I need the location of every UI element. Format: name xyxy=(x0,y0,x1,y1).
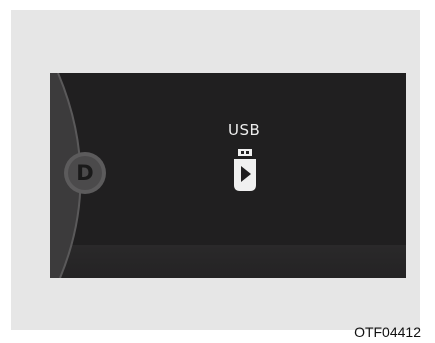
gear-indicator: D xyxy=(76,161,94,185)
gauge-bezel xyxy=(50,73,406,278)
figure-code: OTF04412 xyxy=(354,324,421,340)
usb-play-icon xyxy=(234,149,256,191)
source-label: USB xyxy=(228,121,261,139)
cluster-display: D USB xyxy=(50,73,406,278)
